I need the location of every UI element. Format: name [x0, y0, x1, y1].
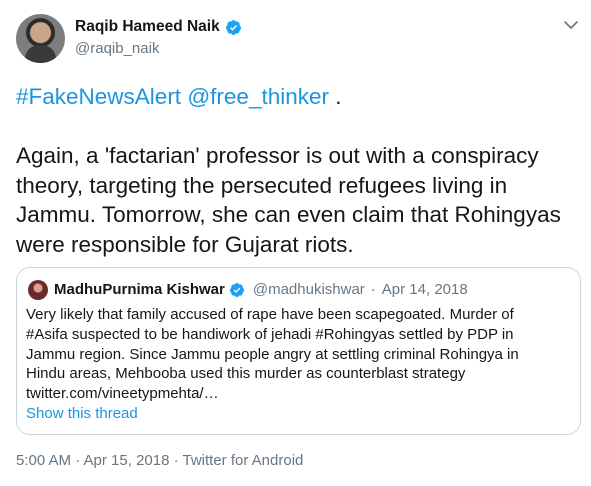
tweet-first-line-tail: .	[329, 84, 342, 109]
quoted-separator: ·	[370, 281, 376, 298]
verified-badge-icon	[229, 282, 244, 297]
quoted-text-line: #Asifa suspected to be handiwork of jeha…	[26, 325, 514, 343]
tweet-timestamp[interactable]: 5:00 AM · Apr 15, 2018 · Twitter for And…	[16, 452, 303, 469]
quoted-author-name: MadhuPurnima Kishwar	[54, 281, 225, 298]
author-avatar[interactable]	[16, 14, 65, 63]
quoted-text-line: twitter.com/vineetypmehta/…	[26, 385, 219, 403]
verified-badge-icon	[225, 19, 241, 35]
quoted-author-handle: @madhukishwar	[252, 281, 365, 298]
hashtag-link[interactable]: #FakeNewsAlert	[16, 84, 181, 109]
tweet-text: #FakeNewsAlert @free_thinker . Again, a …	[16, 82, 576, 259]
chevron-down-icon[interactable]	[563, 17, 579, 33]
quoted-text-line: Hindu areas, Mehbooba used this murder a…	[26, 365, 466, 383]
tweet-first-line: #FakeNewsAlert @free_thinker .	[16, 82, 576, 112]
tweet-body: Again, a 'factarian' professor is out wi…	[16, 143, 561, 257]
quoted-text-line: Very likely that family accused of rape …	[26, 306, 514, 323]
mention-link[interactable]: @free_thinker	[187, 84, 329, 109]
show-thread-link[interactable]: Show this thread	[26, 405, 138, 422]
author-name[interactable]: Raqib Hameed Naik	[75, 18, 220, 36]
quoted-date: Apr 14, 2018	[381, 281, 468, 298]
quoted-author-avatar	[28, 280, 48, 300]
quoted-header: MadhuPurnima Kishwar @madhukishwar · Apr…	[54, 281, 468, 298]
author-name-row[interactable]: Raqib Hameed Naik	[75, 18, 242, 36]
quoted-text: Very likely that family accused of rape …	[26, 305, 571, 404]
tweet-card: Raqib Hameed Naik @raqib_naik #FakeNewsA…	[0, 0, 591, 486]
quoted-text-line: Jammu region. Since Jammu people angry a…	[26, 345, 519, 363]
author-handle[interactable]: @raqib_naik	[75, 40, 159, 57]
quoted-tweet[interactable]: MadhuPurnima Kishwar @madhukishwar · Apr…	[16, 267, 581, 435]
